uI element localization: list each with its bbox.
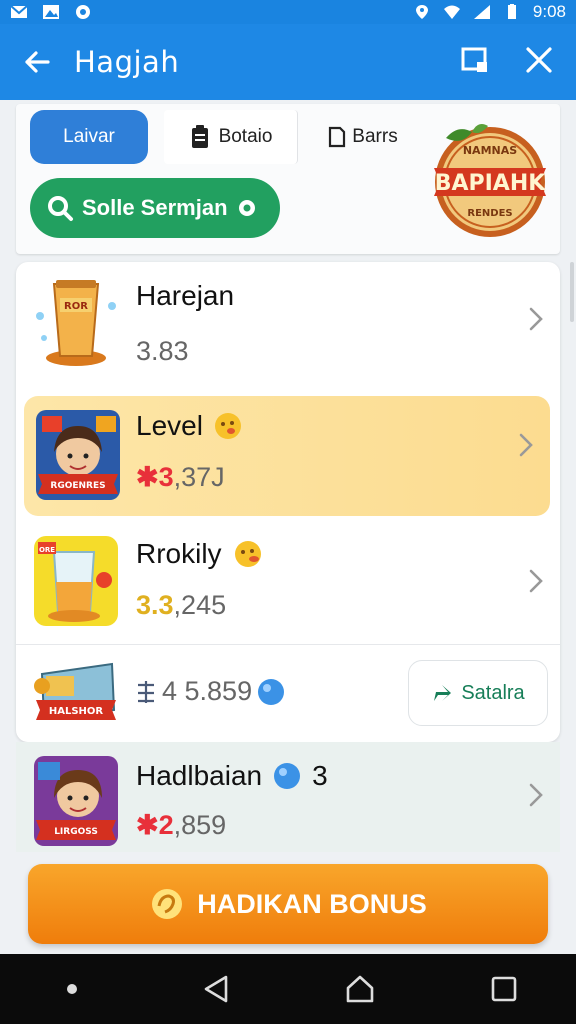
chip-barrs-label: Barrs <box>352 126 398 147</box>
row-value: 3.3,245 <box>136 590 226 621</box>
avatar-thumb-text: LIRGOSS <box>54 827 98 837</box>
reward-list: ROR Harejan 3.83 RGOENRES Level ✱3,37J O… <box>16 262 560 742</box>
search-icon <box>48 196 73 221</box>
row-title-text: Harejan <box>136 280 235 311</box>
row-title-suffix: 3 <box>312 760 328 791</box>
grid-icon <box>138 680 154 703</box>
blue-coin-icon <box>274 763 301 789</box>
bapiahk-badge-logo: BAPIAHK NAMNAS RENDES <box>434 124 547 237</box>
arrow-left-icon <box>25 51 50 73</box>
row-title: Harejan <box>136 280 234 312</box>
avatar-thumbnail: RGOENRES <box>36 410 120 500</box>
list-item-harejan[interactable]: ROR Harejan 3.83 <box>16 262 560 392</box>
row-value-rest: ,37J <box>173 462 225 492</box>
row-value-rest: ,245 <box>173 590 227 620</box>
cup-thumbnail: ROR <box>36 280 116 366</box>
wifi-icon <box>443 5 460 19</box>
chip-barrs[interactable]: Barrs <box>312 110 412 164</box>
badge-top-text: NAMNAS <box>463 144 517 157</box>
page-title: Hagjah <box>74 45 180 79</box>
nav-recents-button[interactable] <box>484 969 524 1009</box>
list-item-level[interactable]: RGOENRES Level ✱3,37J <box>24 396 550 516</box>
row-title: Rrokily <box>136 538 264 570</box>
row-value: 4 5.859 <box>134 676 286 707</box>
gear-icon <box>238 200 255 216</box>
back-button[interactable] <box>0 47 74 77</box>
nav-dot-button[interactable] <box>52 969 92 1009</box>
shop-thumbnail: HALSHOR <box>34 662 116 720</box>
avatar-thumbnail: LIRGOSS <box>34 756 118 846</box>
row-value: ✱2,859 <box>136 810 226 841</box>
hand-coin-icon <box>152 889 183 919</box>
divider <box>16 644 560 645</box>
search-pill-label: Solle Sermjan <box>82 195 228 220</box>
chip-primary-label: Laivar <box>63 126 115 147</box>
dot-icon <box>67 984 77 994</box>
scrollbar[interactable] <box>570 262 574 322</box>
window-button[interactable] <box>460 45 490 80</box>
chip-primary[interactable]: Laivar <box>30 110 148 164</box>
send-icon <box>434 685 452 701</box>
row-title: Level <box>136 410 243 442</box>
signal-icon <box>473 5 490 19</box>
chevron-right-icon <box>529 569 543 593</box>
status-time: 9:08 <box>532 2 566 21</box>
cup-thumb-text: ROR <box>64 301 88 312</box>
square-recents-icon <box>491 976 517 1002</box>
chip-botaio-label: Botaio <box>218 126 273 147</box>
badge-bottom-text: RENDES <box>467 208 512 219</box>
filter-card: Laivar Botaio Barrs Solle Sermjan BAPIAH… <box>16 104 560 254</box>
nav-home-button[interactable] <box>340 969 380 1009</box>
row-value-text: 4 5.859 <box>162 676 253 706</box>
chevron-right-icon <box>529 783 543 807</box>
chat-icon <box>76 5 90 19</box>
row-value-highlight: ✱3 <box>136 462 174 492</box>
chevron-right-icon <box>529 307 543 331</box>
document-icon <box>329 126 346 148</box>
list-item-shop: HALSHOR 4 5.859 Satalra <box>16 646 560 742</box>
nav-back-button[interactable] <box>196 969 236 1009</box>
close-button[interactable] <box>524 45 554 80</box>
shop-thumb-text: HALSHOR <box>49 706 104 717</box>
list-item-hadlbaian[interactable]: LIRGOSS Hadlbaian 3 ✱2,859 <box>16 742 560 852</box>
battery-icon <box>507 4 516 19</box>
mail-icon <box>10 5 28 18</box>
app-bar: Hagjah <box>0 24 576 100</box>
location-icon <box>415 5 428 19</box>
blue-coin-icon <box>258 678 285 705</box>
row-value-rest: ,859 <box>173 810 227 840</box>
window-icon <box>461 47 487 72</box>
chevron-right-icon <box>519 433 533 457</box>
row-title-text: Rrokily <box>136 538 222 569</box>
row-value: ✱3,37J <box>136 462 225 493</box>
emoji-icon <box>234 541 261 567</box>
juice-thumbnail: ORE <box>34 536 118 626</box>
bonus-button-label: HADIKAN BONUS <box>197 888 427 919</box>
row-value-highlight: ✱2 <box>136 810 174 840</box>
row-title-text: Level <box>136 410 203 441</box>
row-value-highlight: 3.3 <box>136 590 174 620</box>
row-title: Hadlbaian 3 <box>136 760 328 792</box>
system-nav-bar <box>0 954 576 1024</box>
home-icon <box>346 975 374 1003</box>
emoji-icon <box>214 413 241 439</box>
image-icon <box>43 5 59 19</box>
status-button-label: Satalra <box>461 681 525 704</box>
status-bar: 9:08 <box>0 0 576 24</box>
row-value: 3.83 <box>136 336 189 366</box>
row-title-text: Hadlbaian <box>136 760 263 791</box>
triangle-back-icon <box>204 975 228 1003</box>
clipboard-icon <box>191 125 208 148</box>
status-button[interactable]: Satalra <box>408 660 548 726</box>
list-item-rrokily[interactable]: ORE Rrokily 3.3,245 <box>16 520 560 642</box>
avatar-thumb-text: RGOENRES <box>50 481 105 491</box>
chip-botaio[interactable]: Botaio <box>164 110 298 164</box>
badge-main-text: BAPIAHK <box>435 171 547 196</box>
bonus-button[interactable]: HADIKAN BONUS <box>28 864 548 944</box>
juice-thumb-text: ORE <box>39 546 55 554</box>
close-icon <box>526 46 552 73</box>
search-button[interactable]: Solle Sermjan <box>30 178 280 238</box>
